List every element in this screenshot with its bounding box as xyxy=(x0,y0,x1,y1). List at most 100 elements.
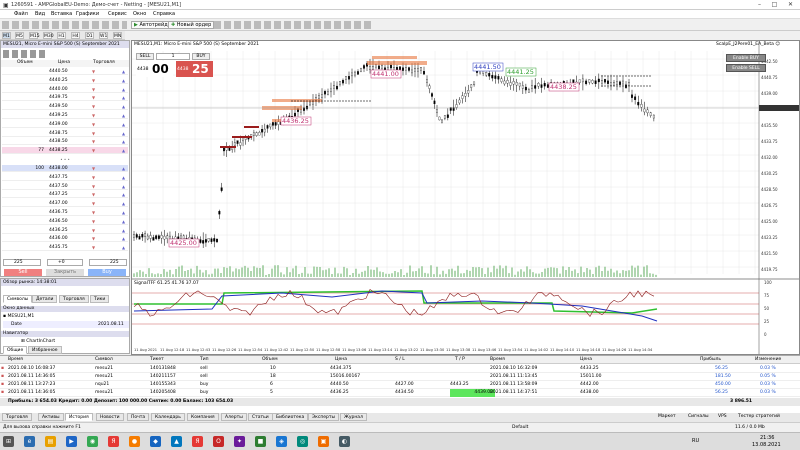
history-row[interactable]: ▪ 2021.08.11 13:27:23 nqu21 140155343 buy 6 44… xyxy=(0,381,800,389)
toolbox-tab[interactable]: Новости xyxy=(96,413,124,421)
dom-buy-button[interactable]: Buy xyxy=(88,269,126,276)
minimize-icon[interactable]: – xyxy=(752,0,767,10)
tab-trading[interactable]: Торговля xyxy=(59,295,89,303)
history-col-header[interactable]: Тип xyxy=(200,357,209,362)
dom-ask-row[interactable]: 4440.25 ▼ ▲ xyxy=(2,77,128,84)
history-col-header[interactable]: Символ xyxy=(95,357,113,362)
tab-ticks[interactable]: Тики xyxy=(90,295,110,303)
dom-ask-row[interactable]: 4439.00 ▼ ▲ xyxy=(2,121,128,128)
history-col-header[interactable]: S / L xyxy=(395,357,405,362)
app-icon-5[interactable]: ■ xyxy=(255,436,266,447)
yandex-icon[interactable]: Я xyxy=(108,436,119,447)
one-click-buy-button[interactable]: BUY xyxy=(192,53,210,60)
toolbox-tab[interactable]: Компания xyxy=(187,413,219,421)
dom-bid-row[interactable]: 4437.75 ▼ ▲ xyxy=(2,174,128,181)
close-icon[interactable]: ✕ xyxy=(783,0,798,10)
dom-bid-row[interactable]: 4437.00 ▼ ▲ xyxy=(2,200,128,208)
menu-help[interactable]: Справка xyxy=(153,11,175,17)
toolbox-tab[interactable]: Эксперты xyxy=(308,413,340,421)
app-icon-8[interactable]: ◐ xyxy=(339,436,350,447)
menu-file[interactable]: Файл xyxy=(14,11,28,17)
dom-close-button[interactable]: Закрыть xyxy=(46,269,84,276)
menu-charts[interactable]: Графики xyxy=(76,11,99,17)
history-col-header[interactable]: Цена xyxy=(335,357,347,362)
toolbox-tab[interactable]: Журнал xyxy=(340,413,367,421)
dom-bid-row[interactable]: 4437.50 ▼ ▲ xyxy=(2,183,128,190)
start-icon[interactable]: ⊞ xyxy=(3,436,14,447)
dom-ask-row[interactable]: 4440.50 ▼ ▲ xyxy=(2,68,128,75)
clock-date[interactable]: 13.08.2021 xyxy=(752,442,781,448)
tf-d1[interactable]: D1 xyxy=(85,32,94,39)
yandex-browser-icon[interactable]: Я xyxy=(192,436,203,447)
history-col-header[interactable]: Время xyxy=(490,357,505,362)
app-icon-2[interactable]: ◆ xyxy=(150,436,161,447)
dom-ask-row[interactable]: 4439.75 ▼ ▲ xyxy=(2,94,128,102)
tf-m1[interactable]: M1 xyxy=(2,32,11,39)
toolbox-tab[interactable]: Статьи xyxy=(248,413,273,421)
app-icon-4[interactable]: ✦ xyxy=(234,436,245,447)
dom-volume-input-2[interactable]: 225 xyxy=(89,259,127,266)
tab-favorites[interactable]: Избранное xyxy=(28,346,62,354)
folder-icon[interactable]: ▤ xyxy=(45,436,56,447)
ask-price[interactable]: 4438 25 xyxy=(176,61,213,77)
history-col-header[interactable]: Тикет xyxy=(150,357,164,362)
app-icon-6[interactable]: ◈ xyxy=(276,436,287,447)
dom-bid-row[interactable]: 4437.25 ▼ ▲ xyxy=(2,191,128,199)
ie-icon[interactable]: e xyxy=(24,436,35,447)
tf-w1[interactable]: W1 xyxy=(99,32,108,39)
dom-sell-button[interactable]: Sell xyxy=(4,269,42,276)
history-col-header[interactable]: T / P xyxy=(455,357,465,362)
tf-m30[interactable]: M30 xyxy=(43,32,54,39)
tab-common[interactable]: Общие xyxy=(3,346,28,354)
history-col-header[interactable]: Объем xyxy=(262,357,278,362)
maximize-icon[interactable]: □ xyxy=(767,0,782,10)
dom-bid-row[interactable]: 100 4438.00 ▼ ▲ xyxy=(2,165,128,172)
menu-insert[interactable]: Вставка xyxy=(51,11,72,17)
tf-m15[interactable]: M15 xyxy=(29,32,40,39)
chart-toolbar-icons[interactable] xyxy=(214,21,374,29)
new-order-button[interactable]: ✚ Новый ордер xyxy=(168,21,215,29)
toolbox-link[interactable]: VPS xyxy=(715,413,730,421)
history-col-header[interactable]: Прибыль xyxy=(700,357,721,362)
tab-symbols[interactable]: Символы xyxy=(3,295,33,303)
toolbox-link[interactable]: Маркет xyxy=(655,413,679,421)
dom-ask-row[interactable]: 4438.75 ▼ ▲ xyxy=(2,130,128,137)
toolbox-tab[interactable]: Алерты xyxy=(221,413,247,421)
chrome-icon[interactable]: ◉ xyxy=(87,436,98,447)
dom-bid-row[interactable]: 4436.25 ▼ ▲ xyxy=(2,227,128,234)
price-chart[interactable]: 4442.504440.754439.004437.254435.504433.… xyxy=(132,41,799,354)
history-row[interactable]: ▪ 2021.08.10 16:08:37 mesu21 140131848 sell 1… xyxy=(0,365,800,373)
menu-view[interactable]: Вид xyxy=(35,11,45,17)
lot-input[interactable]: 1 xyxy=(156,53,190,60)
toolbox-tab[interactable]: Почта xyxy=(127,413,150,421)
dom-ask-row[interactable]: 77 4438.25 ▼ ▲ xyxy=(2,147,128,155)
data-window-symbol[interactable]: ▪ MESU21,M1 xyxy=(3,313,129,320)
dom-tool-icons[interactable] xyxy=(3,50,48,58)
enable-sell-button[interactable]: Enable SELL xyxy=(726,64,766,72)
toolbox-tab[interactable]: История xyxy=(65,413,93,421)
toolbox-tab[interactable]: Календарь xyxy=(151,413,185,421)
history-row[interactable]: ▪ 2021.08.11 14:36:05 mesu21 140205408 buy 5 4… xyxy=(0,389,800,397)
tab-details[interactable]: Детали xyxy=(32,295,58,303)
tf-h1[interactable]: H1 xyxy=(57,32,66,39)
dom-bid-row[interactable]: 4436.75 ▼ ▲ xyxy=(2,209,128,216)
dom-ask-row[interactable]: 4438.50 ▼ ▲ xyxy=(2,138,128,146)
dom-volume-input[interactable]: 225 xyxy=(3,259,41,266)
dom-bid-row[interactable]: 4436.00 ▼ ▲ xyxy=(2,235,128,243)
opera-icon[interactable]: O xyxy=(213,436,224,447)
history-col-header[interactable]: Время xyxy=(8,357,23,362)
enable-buy-button[interactable]: Enable BUY xyxy=(726,54,766,62)
toolbox-link[interactable]: Тестер стратегий xyxy=(735,413,783,421)
tf-m5[interactable]: M5 xyxy=(15,32,24,39)
dom-bid-row[interactable]: 4435.75 ▼ ▲ xyxy=(2,244,128,252)
dom-offset-input[interactable]: +0 xyxy=(47,259,83,266)
bid-price[interactable]: 4438 00 xyxy=(136,61,173,77)
tf-mn[interactable]: MN xyxy=(113,32,122,39)
language-indicator[interactable]: RU xyxy=(692,438,699,444)
app-icon-1[interactable]: ● xyxy=(129,436,140,447)
toolbox-tab[interactable]: Торговля xyxy=(2,413,32,421)
toolbar-icons[interactable] xyxy=(2,21,127,29)
dom-ask-row[interactable]: 4440.00 ▼ ▲ xyxy=(2,86,128,93)
one-click-sell-button[interactable]: SELL xyxy=(136,53,154,60)
menu-tools[interactable]: Сервис xyxy=(108,11,127,17)
